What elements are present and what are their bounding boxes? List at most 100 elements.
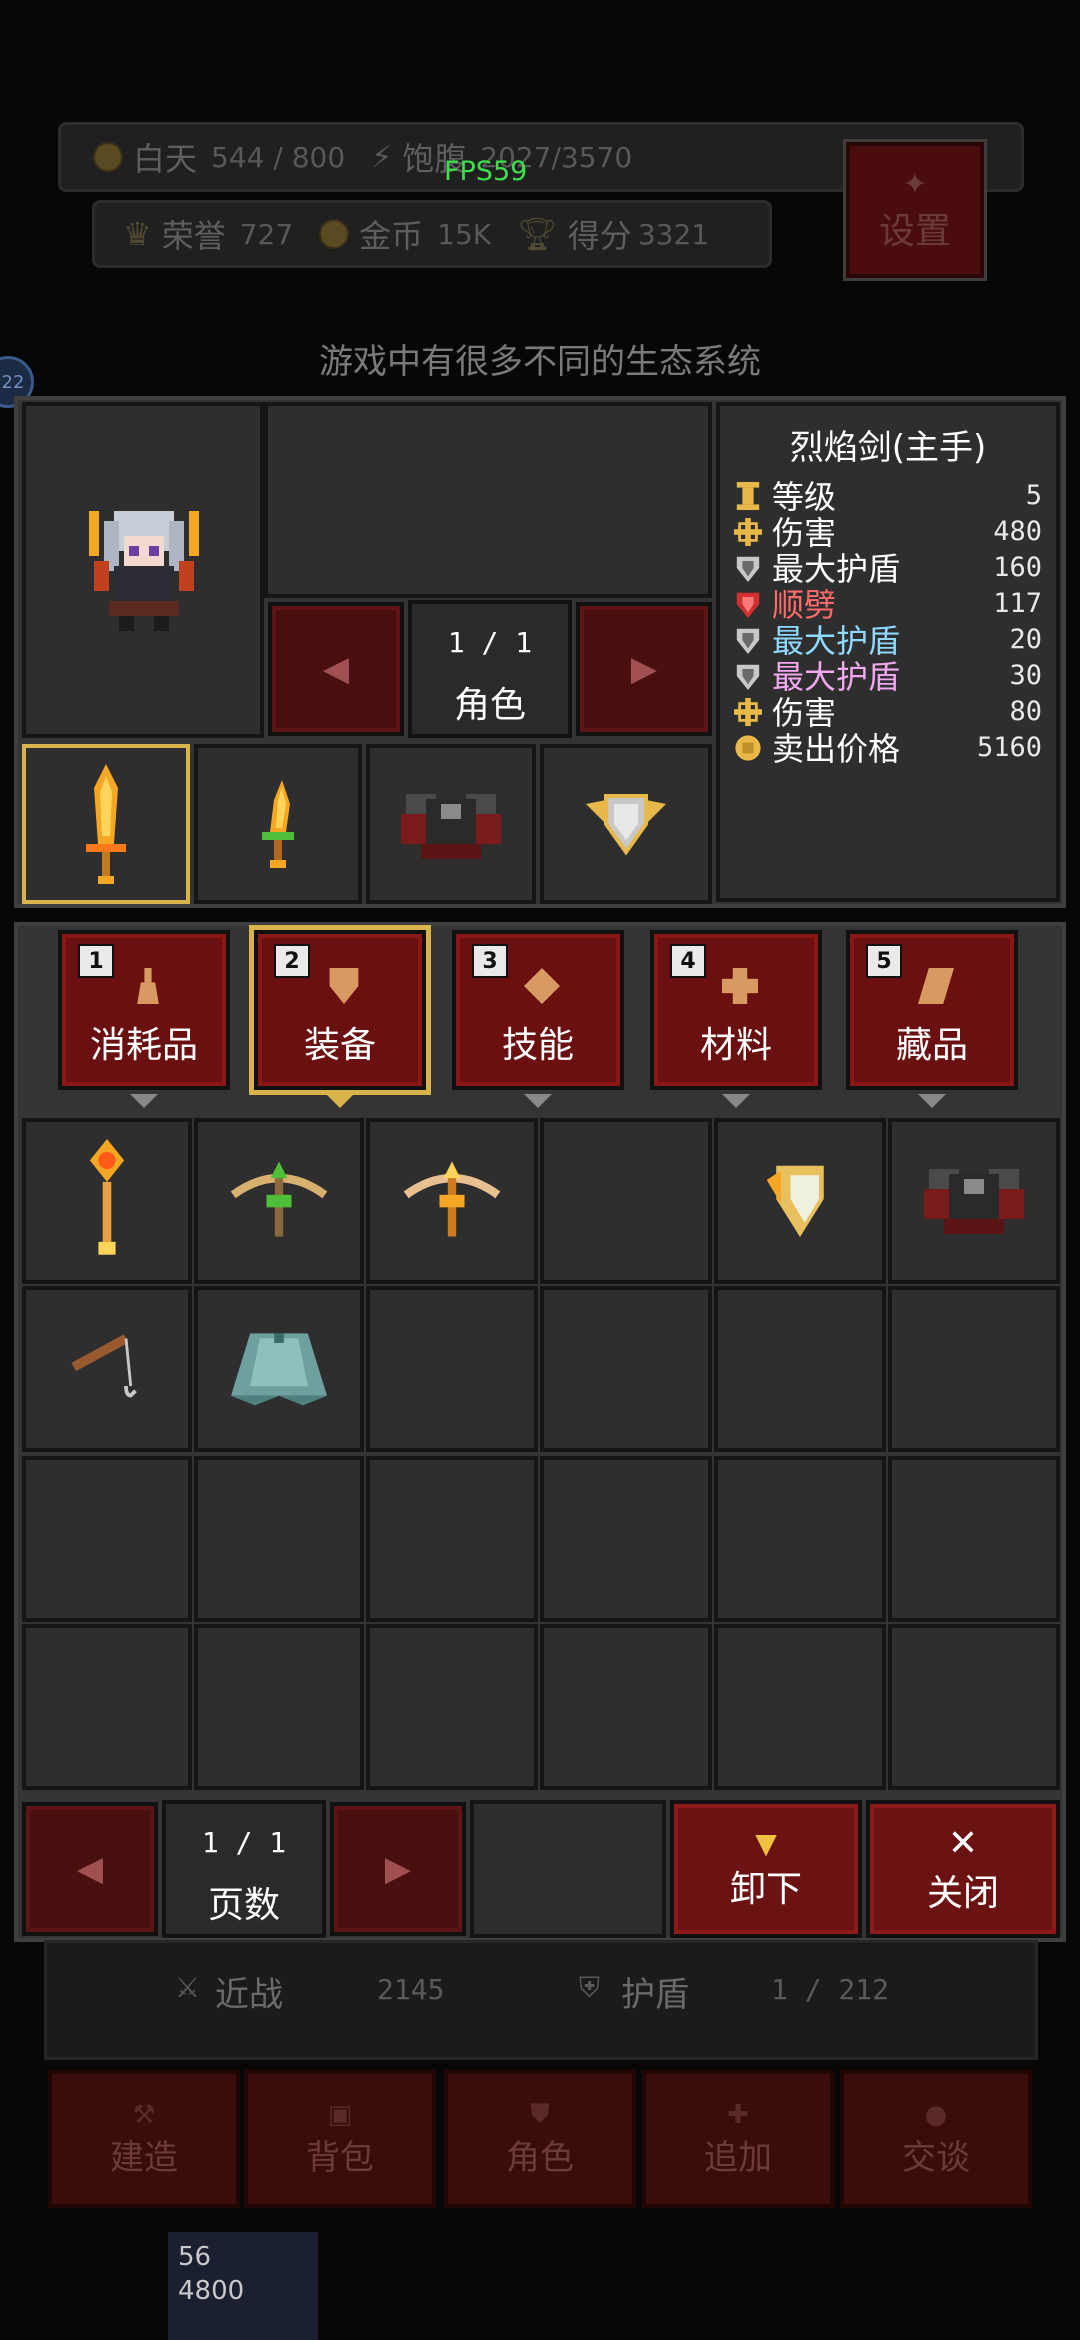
inventory-slot[interactable]: [714, 1456, 886, 1622]
inventory-slot[interactable]: [366, 1286, 538, 1452]
tab-藏品[interactable]: 5 藏品: [846, 930, 1018, 1090]
settings-button[interactable]: ✦ 设置: [843, 139, 987, 281]
stat-value: 5160: [976, 731, 1042, 763]
arrow-right-icon: ▶: [630, 649, 658, 689]
inventory-slot[interactable]: [22, 1286, 192, 1452]
tab-indicator-arrow-icon: [326, 1094, 354, 1108]
flame-sword-icon: [86, 764, 126, 884]
inventory-slot[interactable]: [714, 1286, 886, 1452]
stat-value: 5: [1025, 479, 1042, 511]
hammer-icon: ⚒︎: [132, 2099, 156, 2130]
tab-indicator-arrow-icon: [130, 1094, 158, 1108]
stat-value: 160: [993, 551, 1042, 583]
arrow-left-icon: ◀: [76, 1849, 104, 1889]
preview-slot: [264, 402, 712, 598]
dark-armor-icon: [919, 1159, 1029, 1243]
arrow-right-icon: ▶: [384, 1849, 412, 1889]
wrench-icon: ✦: [902, 166, 928, 202]
score-label: 得分: [567, 217, 632, 255]
menu-hammer-button[interactable]: ⚒︎ 建造: [48, 2070, 240, 2208]
coin-icon: [319, 219, 350, 249]
inventory-slot[interactable]: [366, 1456, 538, 1622]
close-button[interactable]: ✕ 关闭: [866, 1800, 1060, 1938]
menu-backpack-button[interactable]: ▣ 背包: [244, 2070, 436, 2208]
character-icon: ⛊: [530, 2099, 550, 2129]
inventory-slot[interactable]: [714, 1624, 886, 1790]
arrow-down-icon: ▼: [755, 1826, 777, 1860]
tab-label: 藏品: [895, 1025, 968, 1066]
inventory-slot[interactable]: [194, 1118, 364, 1284]
inventory-slot[interactable]: [540, 1624, 712, 1790]
inventory-slot[interactable]: [540, 1456, 712, 1622]
tab-label: 材料: [699, 1025, 772, 1066]
inventory-slot[interactable]: [540, 1286, 712, 1452]
shield-icon: [734, 660, 764, 690]
inventory-slot[interactable]: [194, 1624, 364, 1790]
shield-icon: [734, 552, 764, 582]
arrow-left-icon: ◀: [322, 649, 350, 689]
inventory-slot[interactable]: [366, 1624, 538, 1790]
stat-value: 80: [1009, 695, 1042, 727]
tab-label: 装备: [303, 1025, 376, 1066]
stat-value: 480: [993, 515, 1042, 547]
menu-label: 交谈: [902, 2137, 970, 2178]
inventory-slot[interactable]: [888, 1286, 1060, 1452]
item-stats-panel: 烈焰剑(主手) 等级 5 伤害 480 最大护盾 160 顺劈 117 最大护盾 20 最大护盾 30…: [716, 402, 1060, 902]
daytime-label: 白天: [133, 140, 198, 178]
inventory-slot[interactable]: [194, 1286, 364, 1452]
chat-icon: ●: [924, 2099, 948, 2130]
backpack-icon: ▣: [327, 2099, 353, 2130]
fire-staff-icon: [85, 1139, 129, 1263]
menu-chat-button[interactable]: ● 交谈: [840, 2070, 1032, 2208]
inventory-slot[interactable]: [888, 1456, 1060, 1622]
inventory-slot[interactable]: [714, 1118, 886, 1284]
tab-hotkey-number: 3: [472, 944, 508, 978]
armor-icon: [326, 968, 362, 1008]
unit-top-number: 56: [178, 2242, 212, 2272]
menu-character-button[interactable]: ⛊ 角色: [444, 2070, 636, 2208]
tab-装备[interactable]: 2 装备: [249, 925, 431, 1095]
winged-shield-icon: [586, 794, 666, 856]
empty-action-slot: [470, 1800, 666, 1938]
melee-icon: ⚔︎: [175, 1971, 201, 2004]
inventory-pager-display: 1 / 1 页数: [162, 1800, 326, 1938]
equip-slot-main-hand[interactable]: [22, 744, 190, 904]
inventory-slot[interactable]: [540, 1118, 712, 1284]
equip-slot-armor[interactable]: [366, 744, 536, 904]
shield-icon: [734, 624, 764, 654]
inventory-next-button[interactable]: ▶: [330, 1802, 466, 1936]
tab-消耗品[interactable]: 1 消耗品: [58, 930, 230, 1090]
inventory-slot[interactable]: [22, 1118, 192, 1284]
character-page-number: 1 / 1: [447, 626, 533, 659]
inventory-slot[interactable]: [22, 1624, 192, 1790]
inventory-slot[interactable]: [366, 1118, 538, 1284]
inventory-prev-button[interactable]: ◀: [22, 1802, 158, 1936]
crown-icon: ♛: [123, 215, 152, 253]
inventory-slot[interactable]: [22, 1456, 192, 1622]
gold-label: 金币: [359, 217, 424, 255]
settings-label: 设置: [878, 210, 951, 252]
character-prev-button[interactable]: ◀: [268, 602, 404, 736]
inventory-slot[interactable]: [888, 1624, 1060, 1790]
damage-icon: [734, 516, 764, 546]
inventory-slot[interactable]: [194, 1456, 364, 1622]
tab-indicator-arrow-icon: [524, 1094, 552, 1108]
material-icon: [722, 968, 758, 1008]
character-sprite: [89, 511, 199, 631]
flame-dagger-icon: [262, 780, 294, 868]
shield-label: 护盾: [621, 1975, 689, 2015]
trophy-icon: 🏆︎: [517, 215, 558, 253]
stat-value: 117: [993, 587, 1042, 619]
tab-材料[interactable]: 4 材料: [650, 930, 822, 1090]
unequip-label: 卸下: [729, 1868, 802, 1910]
tab-label: 技能: [501, 1025, 574, 1066]
stat-label: 卖出价格: [772, 730, 901, 768]
inventory-slot[interactable]: [888, 1118, 1060, 1284]
character-next-button[interactable]: ▶: [576, 602, 712, 736]
menu-add-button[interactable]: ✚ 追加: [642, 2070, 834, 2208]
daytime-value: 544 / 800: [211, 140, 346, 174]
equip-slot-off-hand[interactable]: [194, 744, 362, 904]
unequip-button[interactable]: ▼ 卸下: [670, 1800, 862, 1938]
tab-技能[interactable]: 3 技能: [452, 930, 624, 1090]
equip-slot-accessory[interactable]: [540, 744, 712, 904]
